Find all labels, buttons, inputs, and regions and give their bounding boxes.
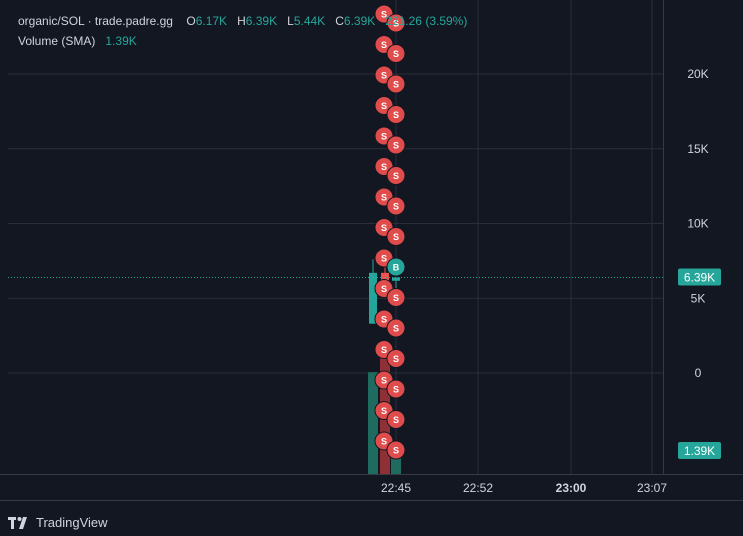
legend-close-label: C <box>335 14 344 28</box>
marker-label: S <box>393 171 399 181</box>
marker-label: S <box>381 284 387 294</box>
time-axis[interactable]: 22:45 22:52 23:00 23:07 <box>381 481 667 495</box>
marker-label: S <box>393 324 399 334</box>
x-tick-label: 22:45 <box>381 481 411 495</box>
marker-label: S <box>393 293 399 303</box>
legend-open-label: O <box>186 14 196 28</box>
marker-label: S <box>381 437 387 447</box>
y-tick-label: 0 <box>695 366 702 380</box>
legend-volume-row: Volume (SMA) 1.39K <box>18 34 467 48</box>
legend-open-value: 6.17K <box>195 14 228 28</box>
legend-symbol[interactable]: organic/SOL · trade.padre.gg <box>18 14 173 28</box>
legend-change: 221.26 <box>385 14 422 28</box>
x-tick-label: 23:07 <box>637 481 667 495</box>
marker-label: S <box>393 385 399 395</box>
tradingview-branding[interactable]: TradingView <box>8 515 108 530</box>
marker-label: S <box>381 254 387 264</box>
marker-label: S <box>381 315 387 325</box>
marker-label: S <box>393 110 399 120</box>
legend-high-label: H <box>237 14 246 28</box>
x-tick-label: 23:00 <box>556 481 587 495</box>
tradingview-label: TradingView <box>36 515 108 530</box>
marker-label: S <box>393 202 399 212</box>
marker-label: S <box>393 446 399 456</box>
volume-bar <box>368 372 378 474</box>
marker-label: B <box>393 263 400 273</box>
legend-low-value: 5.44K <box>293 14 326 28</box>
chart-canvas[interactable]: SSSSSSSSSSSSSSSSSBSSSSSSSSSSSS 20K 15K 10K… <box>0 0 743 536</box>
price-axis[interactable]: 20K 15K 10K 5K 0 6.39K 1.39K <box>678 67 721 459</box>
marker-label: S <box>381 162 387 172</box>
legend-close-value: 6.39K <box>343 14 376 28</box>
chart-legend: organic/SOL · trade.padre.gg O6.17K H6.3… <box>18 14 467 48</box>
marker-label: S <box>393 232 399 242</box>
y-tick-label: 10K <box>687 217 708 231</box>
marker-label: S <box>393 354 399 364</box>
marker-label: S <box>381 193 387 203</box>
last-volume-label: 1.39K <box>684 444 715 458</box>
legend-low-label: L <box>287 14 294 28</box>
tradingview-logo-icon <box>8 516 27 529</box>
marker-label: S <box>393 415 399 425</box>
last-price-label: 6.39K <box>684 270 715 284</box>
marker-label: S <box>393 49 399 59</box>
marker-label: S <box>381 71 387 81</box>
legend-ohlc-row: organic/SOL · trade.padre.gg O6.17K H6.3… <box>18 14 467 28</box>
marker-label: S <box>393 80 399 90</box>
y-tick-label: 5K <box>691 291 706 305</box>
y-tick-label: 20K <box>687 67 708 81</box>
trade-markers: SSSSSSSSSSSSSSSSSBSSSSSSSSSSSS <box>374 4 406 460</box>
marker-label: S <box>381 376 387 386</box>
y-tick-label: 15K <box>687 142 708 156</box>
marker-label: S <box>393 141 399 151</box>
x-tick-label: 22:52 <box>463 481 493 495</box>
legend-volume-value: 1.39K <box>105 34 137 48</box>
marker-label: S <box>381 406 387 416</box>
marker-label: S <box>381 345 387 355</box>
legend-high-value: 6.39K <box>245 14 278 28</box>
marker-label: S <box>381 223 387 233</box>
marker-label: S <box>381 132 387 142</box>
legend-volume-label[interactable]: Volume (SMA) <box>18 34 95 48</box>
legend-change-pct: (3.59%) <box>425 14 468 28</box>
marker-label: S <box>381 101 387 111</box>
